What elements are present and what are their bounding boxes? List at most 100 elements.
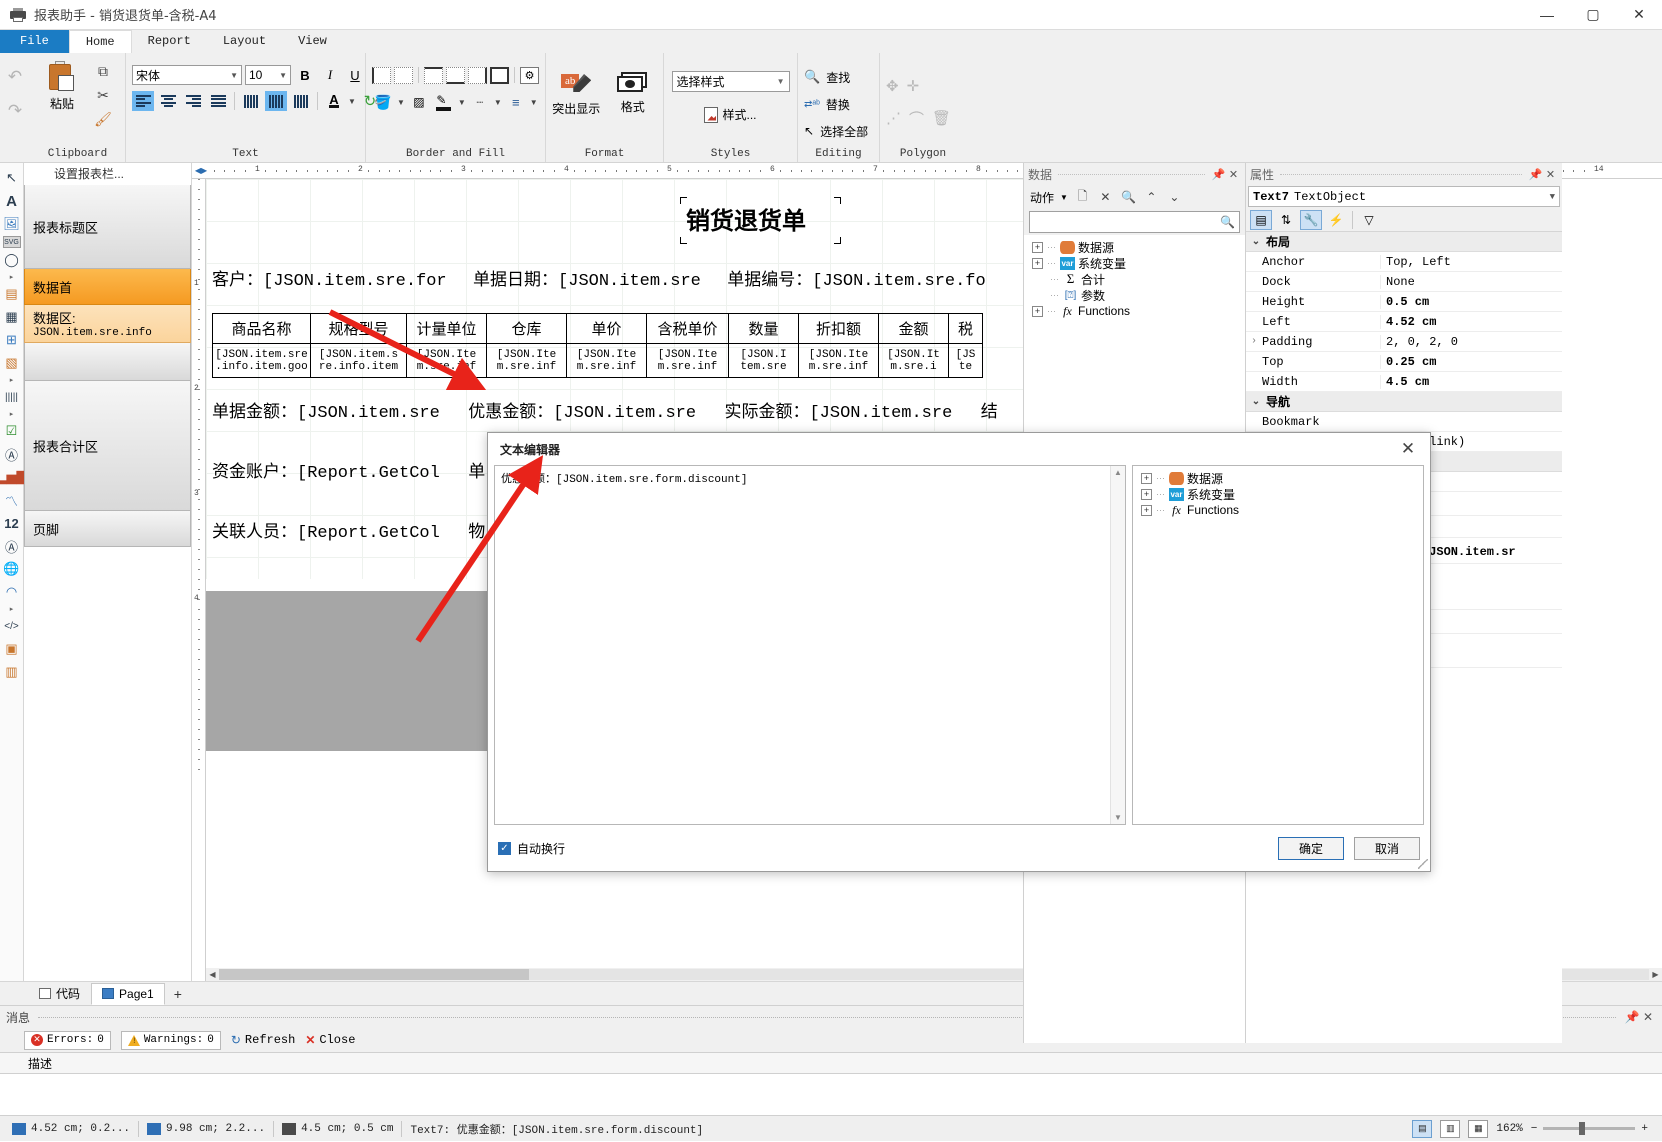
border-settings-icon[interactable]: ⚙	[520, 67, 539, 84]
border-bottom-icon[interactable]	[446, 67, 465, 84]
scroll-thumb[interactable]	[219, 969, 529, 980]
edit-icon[interactable]: 🔍	[1120, 189, 1137, 206]
property-category-layout[interactable]: ⌄ 布局	[1246, 232, 1562, 252]
barcode-more-icon[interactable]: ▸	[1, 409, 23, 419]
add-page-button[interactable]: +	[165, 983, 191, 1005]
valign-top-icon[interactable]	[240, 91, 262, 111]
zipcode-icon[interactable]: Ⓐ	[1, 443, 23, 465]
tree-node-sysvar[interactable]: + ⋯ var 系统变量	[1026, 255, 1243, 271]
align-center-icon[interactable]	[157, 91, 179, 111]
expander-icon[interactable]: +	[1032, 241, 1043, 253]
property-value[interactable]: 0.25 cm	[1380, 354, 1562, 369]
word-wrap-checkbox[interactable]: ✓ 自动换行	[498, 840, 565, 857]
selected-object-combo[interactable]: Text7 TextObject ▼	[1248, 186, 1560, 207]
design-view-icon[interactable]: ▤	[1412, 1119, 1433, 1138]
close-icon[interactable]: ✕	[1543, 168, 1558, 181]
richtext-icon[interactable]: ▤	[1, 283, 23, 305]
tree-node-functions[interactable]: + ⋯ fx Functions	[1026, 303, 1243, 319]
setup-bands-link[interactable]: 设置报表栏...	[24, 163, 191, 185]
bold-button[interactable]: B	[294, 65, 316, 85]
delete-point-icon[interactable]: 🗑	[932, 109, 951, 127]
border-top-icon[interactable]	[424, 67, 443, 84]
data-cell[interactable]: [JSON.Ite m.sre.inf	[798, 343, 879, 378]
border-width-icon[interactable]: ≡	[505, 92, 527, 112]
events-icon[interactable]: ⚡	[1325, 210, 1347, 230]
dialog-tree-node-sysvar[interactable]: + ⋯ var 系统变量	[1135, 486, 1421, 502]
field-doc-no[interactable]: 单据编号：[JSON.item.sre.fo	[727, 272, 985, 291]
table-icon[interactable]: ⊞	[1, 329, 23, 351]
chevron-down-icon[interactable]: ▼	[530, 98, 538, 107]
border-left-icon[interactable]	[372, 67, 391, 84]
select-all-button[interactable]: ↖ 选择全部	[804, 119, 868, 143]
fill-pattern-icon[interactable]: ▨	[408, 92, 430, 112]
property-value[interactable]: None	[1380, 274, 1562, 289]
close-button[interactable]: ✕	[1616, 0, 1662, 30]
align-left-icon[interactable]	[132, 91, 154, 111]
tab-code[interactable]: 代码	[28, 983, 91, 1005]
field-settle[interactable]: 结	[981, 404, 998, 423]
pin-icon[interactable]: 📌	[1211, 168, 1226, 181]
polyline-icon[interactable]: ⋰	[886, 109, 901, 127]
number-icon[interactable]: 12	[1, 512, 23, 534]
chevron-down-icon[interactable]: ⌄	[1250, 396, 1262, 408]
col-header[interactable]: 金额	[878, 313, 949, 344]
align-right-icon[interactable]	[182, 91, 204, 111]
search-icon[interactable]: 🔍	[1220, 215, 1235, 229]
subreport-icon[interactable]: ▧	[1, 352, 23, 374]
paste-button[interactable]: 粘贴	[36, 57, 88, 112]
code-icon[interactable]: </>	[1, 615, 23, 637]
chevron-down-icon[interactable]: ▼	[458, 98, 466, 107]
move-up-icon[interactable]: ⌃	[1143, 189, 1160, 206]
messages-list[interactable]	[0, 1074, 1662, 1115]
move-points-icon[interactable]: ✥	[886, 77, 899, 95]
zoom-in-button[interactable]: +	[1641, 1123, 1648, 1135]
zoom-track[interactable]	[1543, 1122, 1636, 1135]
redo-icon[interactable]: ↷	[8, 101, 22, 121]
fill-color-icon[interactable]: 🪣	[372, 92, 394, 112]
col-header[interactable]: 含税单价	[646, 313, 729, 344]
dialog-close-button[interactable]: ✕	[1392, 435, 1424, 463]
field-doc-date[interactable]: 单据日期：[JSON.item.sre	[473, 272, 701, 291]
tab-page1[interactable]: Page1	[91, 982, 165, 1005]
property-row-left[interactable]: Left 4.52 cm	[1246, 312, 1562, 332]
properties-icon[interactable]: 🔧	[1300, 209, 1322, 230]
chevron-down-icon[interactable]: ▼	[397, 98, 405, 107]
field-related-person[interactable]: 关联人员：[Report.GetCol	[212, 524, 440, 543]
data-cell[interactable]: [JSON.Ite m.sre.inf	[406, 343, 487, 378]
new-icon[interactable]: 🗋	[1074, 189, 1091, 206]
property-row-width[interactable]: Width 4.5 cm	[1246, 372, 1562, 392]
zoom-slider[interactable]: − +	[1531, 1122, 1648, 1135]
col-header[interactable]: 仓库	[486, 313, 567, 344]
field-logistics[interactable]: 物	[468, 524, 485, 543]
data-cell[interactable]: [JS te	[948, 343, 983, 378]
tab-view[interactable]: View	[282, 30, 343, 53]
chevron-down-icon[interactable]: ▼	[1550, 192, 1555, 202]
font-size-combo[interactable]: 10 ▼	[245, 65, 291, 85]
expander-icon[interactable]: ›	[1246, 336, 1262, 347]
band-report-summary[interactable]: 报表合计区	[24, 381, 191, 511]
alphabetical-icon[interactable]: ⇅	[1275, 210, 1297, 230]
property-value[interactable]: 4.5 cm	[1380, 374, 1562, 389]
scroll-right-icon[interactable]: ▶	[1649, 970, 1662, 979]
data-cell[interactable]: [JSON.Ite m.sre.inf	[566, 343, 647, 378]
field-fund-account[interactable]: 资金账户：[Report.GetCol	[212, 464, 440, 483]
italic-button[interactable]: I	[319, 65, 341, 85]
warnings-badge[interactable]: Warnings: 0	[120, 1030, 221, 1050]
field-doc-amount[interactable]: 单据金额：[JSON.item.sre	[212, 404, 440, 423]
chevron-down-icon[interactable]: ▼	[348, 97, 356, 106]
categorized-icon[interactable]: ▤	[1250, 209, 1272, 230]
tree-node-datasource[interactable]: + ⋯ 数据源	[1026, 239, 1243, 255]
property-row-anchor[interactable]: Anchor Top, Left	[1246, 252, 1562, 272]
valign-center-icon[interactable]	[265, 91, 287, 111]
maximize-button[interactable]: ▢	[1570, 0, 1616, 30]
scroll-down-icon[interactable]: ▼	[1114, 813, 1122, 822]
property-row-padding[interactable]: › Padding 2, 0, 2, 0	[1246, 332, 1562, 352]
valign-bottom-icon[interactable]	[290, 91, 312, 111]
col-header[interactable]: 折扣额	[798, 313, 879, 344]
format-button[interactable]: 格式	[609, 69, 658, 115]
svg-icon[interactable]: SVG	[2, 236, 21, 248]
pointer-icon[interactable]: ↖	[1, 167, 23, 189]
data-cell[interactable]: [JSON.item.s re.info.item	[310, 343, 407, 378]
minimize-button[interactable]: —	[1524, 0, 1570, 30]
col-header[interactable]: 税	[948, 313, 983, 344]
